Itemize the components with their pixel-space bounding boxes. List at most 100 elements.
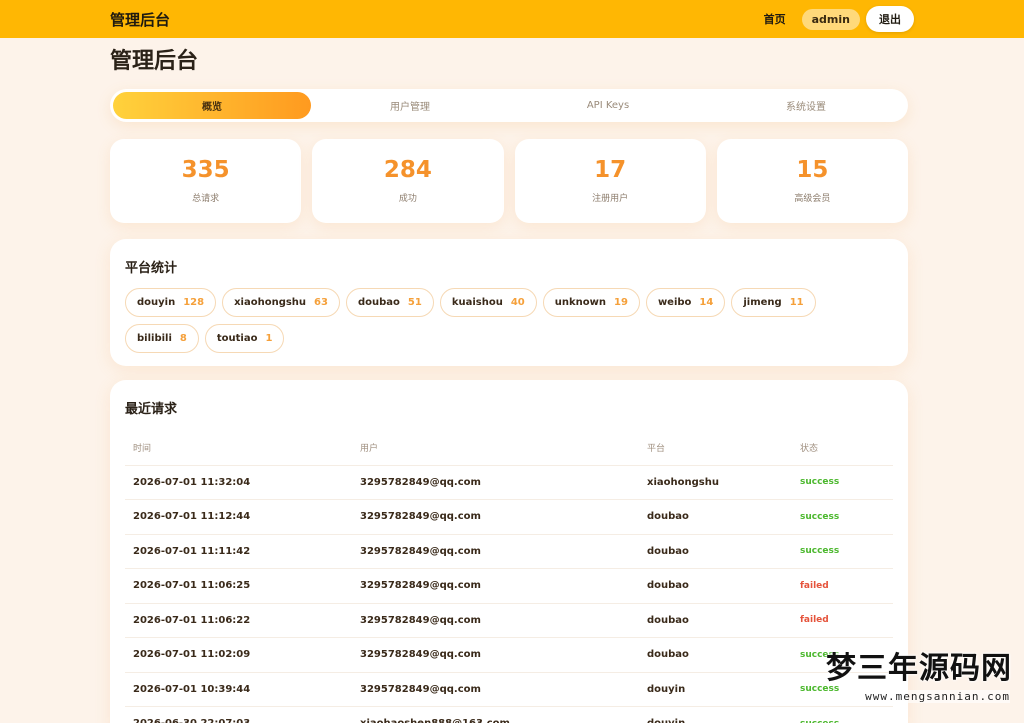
stat-label: 成功 <box>398 193 417 204</box>
panel-title: 最近请求 <box>125 402 178 417</box>
platform-count: 8 <box>179 333 187 344</box>
page-title: 管理后台 <box>110 49 199 74</box>
cell-user: 3295782849@qq.com <box>352 637 639 673</box>
platform-name: douyin <box>137 297 176 308</box>
table-row: 2026-07-01 11:11:42 3295782849@qq.com do… <box>125 534 893 569</box>
table-row: 2026-06-30 22:07:03 xiaohaoshen888@163.c… <box>125 706 893 723</box>
tab-bar: 概览 用户管理 API Keys 系统设置 <box>110 89 908 122</box>
user-badge[interactable]: admin <box>801 8 860 30</box>
platform-chip[interactable]: xiaohongshu 63 <box>222 288 340 317</box>
cell-time: 2026-07-01 10:39:44 <box>125 672 352 707</box>
platform-chip[interactable]: unknown 19 <box>542 288 640 317</box>
table-row: 2026-07-01 11:02:09 3295782849@qq.com do… <box>125 637 893 673</box>
platform-name: bilibili <box>137 333 172 344</box>
platform-count: 19 <box>614 297 628 308</box>
platform-chip[interactable]: toutiao 1 <box>204 324 285 353</box>
cell-user: 3295782849@qq.com <box>352 603 639 638</box>
stats-row: 335 总请求 284 成功 17 注册用户 15 高级会员 <box>110 139 908 223</box>
cell-status: success <box>792 465 893 500</box>
cell-status: success <box>792 499 893 535</box>
cell-platform: douyin <box>639 672 792 707</box>
stat-value: 15 <box>796 157 829 184</box>
platform-name: toutiao <box>216 333 258 344</box>
column-header-status: 状态 <box>792 431 893 466</box>
recent-requests-table: 时间 用户 平台 状态 2026-07-01 11:32:04 32957828… <box>125 431 893 723</box>
cell-platform: doubao <box>639 534 792 569</box>
cell-status: success <box>792 706 893 723</box>
nav-home-link[interactable]: 首页 <box>764 11 786 27</box>
platform-chip[interactable]: doubao 51 <box>345 288 434 317</box>
panel-title: 平台统计 <box>125 261 178 276</box>
column-header-user: 用户 <box>352 431 639 466</box>
cell-platform: douyin <box>639 706 792 723</box>
tab-overview[interactable]: 概览 <box>113 92 311 119</box>
stat-label: 高级会员 <box>794 193 831 204</box>
stat-value: 17 <box>594 157 627 184</box>
cell-time: 2026-07-01 11:11:42 <box>125 534 352 569</box>
stat-card-total-requests: 335 总请求 <box>110 139 302 223</box>
cell-status: success <box>792 534 893 569</box>
stat-card-success: 284 成功 <box>312 139 504 223</box>
cell-time: 2026-07-01 11:06:22 <box>125 603 352 638</box>
platform-name: weibo <box>657 297 692 308</box>
platform-name: jimeng <box>743 297 782 308</box>
stat-value: 335 <box>181 157 230 184</box>
platform-chip[interactable]: jimeng 11 <box>731 288 816 317</box>
table-row: 2026-07-01 10:39:44 3295782849@qq.com do… <box>125 672 893 707</box>
platform-chips: douyin 128 xiaohongshu 63 doubao 51 kuaisho… <box>125 288 845 353</box>
platform-chip[interactable]: weibo 14 <box>645 288 726 317</box>
cell-status: failed <box>792 568 893 604</box>
column-header-time: 时间 <box>125 431 352 466</box>
tab-api-keys[interactable]: API Keys <box>509 92 707 119</box>
logout-button[interactable]: 退出 <box>866 6 914 32</box>
platform-chip[interactable]: bilibili 8 <box>125 324 199 353</box>
cell-platform: doubao <box>639 637 792 673</box>
stat-card-registered-users: 17 注册用户 <box>514 139 706 223</box>
recent-requests-panel: 最近请求 时间 用户 平台 状态 2026-07-01 11:32:04 329… <box>110 380 908 723</box>
watermark-logo: 梦三年源码网 <box>826 651 1012 686</box>
cell-platform: doubao <box>639 568 792 604</box>
watermark-url: www.mengsannian.com <box>865 690 1010 703</box>
platform-name: doubao <box>357 297 400 308</box>
platform-name: unknown <box>554 297 607 308</box>
cell-time: 2026-07-01 11:06:25 <box>125 568 352 604</box>
table-header-row: 时间 用户 平台 状态 <box>125 431 893 466</box>
platform-stats-panel: 平台统计 douyin 128 xiaohongshu 63 doubao 51 ku… <box>110 239 908 366</box>
platform-chip[interactable]: douyin 128 <box>125 288 217 317</box>
cell-user: 3295782849@qq.com <box>352 672 639 707</box>
table-row: 2026-07-01 11:06:22 3295782849@qq.com do… <box>125 603 893 638</box>
platform-count: 63 <box>314 297 328 308</box>
cell-time: 2026-07-01 11:12:44 <box>125 499 352 535</box>
stat-label: 总请求 <box>192 193 220 204</box>
cell-platform: xiaohongshu <box>639 465 792 500</box>
cell-user: 3295782849@qq.com <box>352 534 639 569</box>
cell-platform: doubao <box>639 499 792 535</box>
stat-label: 注册用户 <box>592 193 629 204</box>
platform-count: 128 <box>183 297 205 308</box>
platform-count: 14 <box>699 297 714 308</box>
cell-user: xiaohaoshen888@163.com <box>352 706 639 723</box>
top-navbar: 管理后台 首页 admin 退出 <box>0 0 1024 38</box>
cell-user: 3295782849@qq.com <box>352 465 639 500</box>
cell-time: 2026-07-01 11:32:04 <box>125 465 352 500</box>
cell-platform: doubao <box>639 603 792 638</box>
cell-time: 2026-06-30 22:07:03 <box>125 706 352 723</box>
table-row: 2026-07-01 11:12:44 3295782849@qq.com do… <box>125 499 893 535</box>
platform-count: 11 <box>789 297 804 308</box>
platform-name: kuaishou <box>451 297 503 308</box>
stat-card-premium-members: 15 高级会员 <box>716 139 908 223</box>
table-row: 2026-07-01 11:06:25 3295782849@qq.com do… <box>125 568 893 604</box>
column-header-platform: 平台 <box>639 431 792 466</box>
brand-title: 管理后台 <box>110 10 171 29</box>
platform-chip[interactable]: kuaishou 40 <box>439 288 537 317</box>
platform-count: 40 <box>510 297 525 308</box>
cell-time: 2026-07-01 11:02:09 <box>125 637 352 673</box>
platform-count: 51 <box>407 297 422 308</box>
stat-value: 284 <box>383 157 432 184</box>
cell-status: failed <box>792 603 893 638</box>
platform-count: 1 <box>265 333 273 344</box>
cell-user: 3295782849@qq.com <box>352 499 639 535</box>
platform-name: xiaohongshu <box>234 297 307 308</box>
tab-system-settings[interactable]: 系统设置 <box>707 92 905 119</box>
tab-user-management[interactable]: 用户管理 <box>311 92 509 119</box>
